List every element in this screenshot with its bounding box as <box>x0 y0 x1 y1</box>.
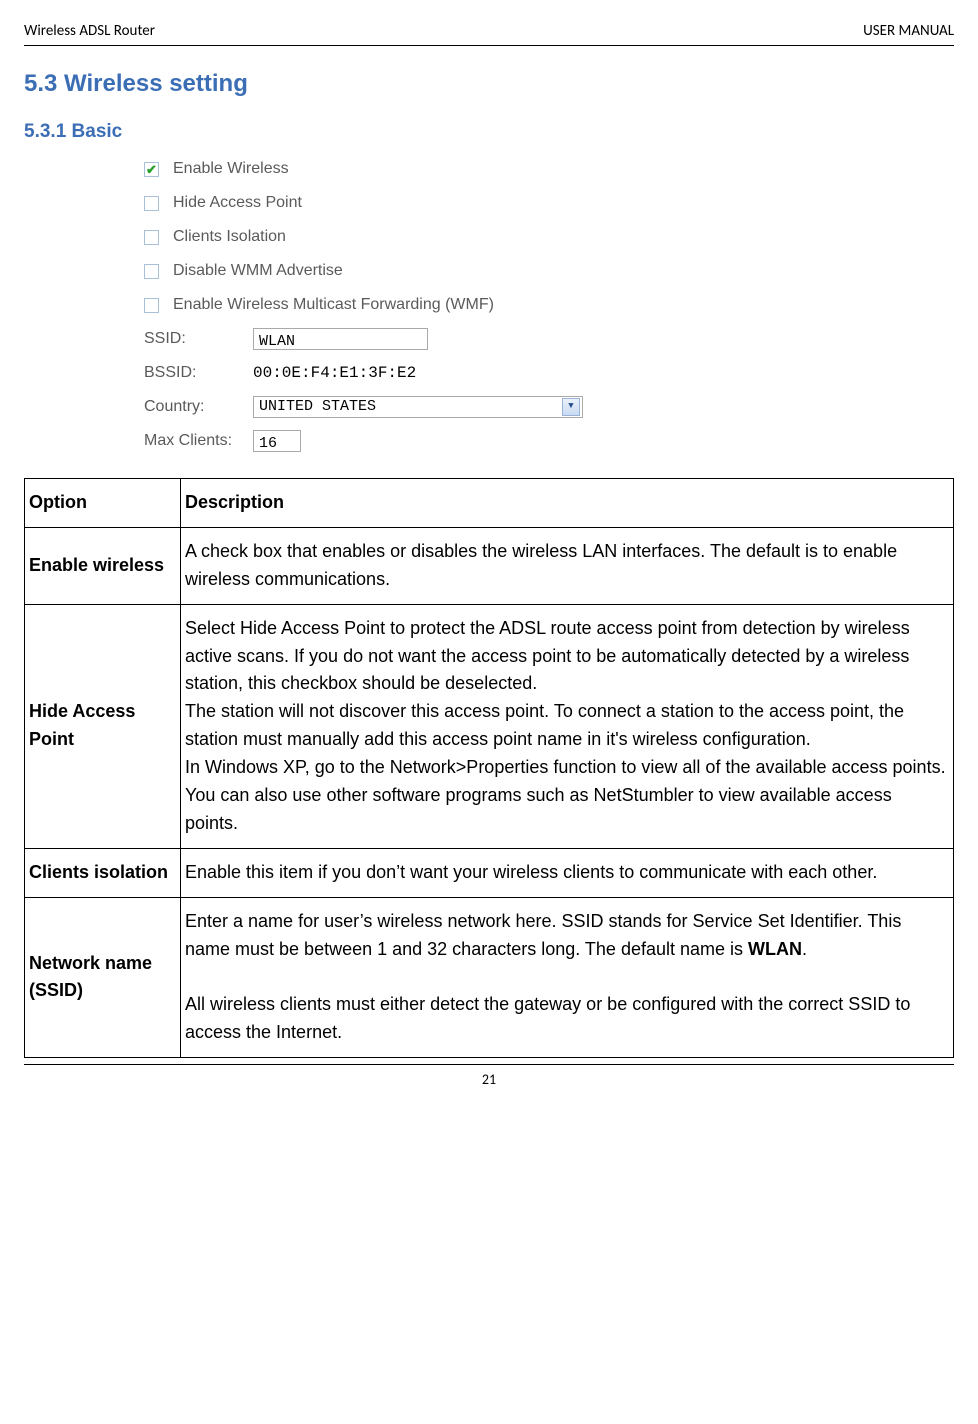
header-right: USER MANUAL <box>863 20 954 43</box>
checkbox-enable-wireless[interactable] <box>144 162 159 177</box>
cell-description: A check box that enables or disables the… <box>181 527 954 604</box>
maxclients-input[interactable]: 16 <box>253 430 301 452</box>
checkbox-label: Hide Access Point <box>173 191 302 215</box>
header-rule <box>24 45 954 46</box>
cell-description: Enter a name for user’s wireless network… <box>181 897 954 1057</box>
checkbox-row-enable-wmf: Enable Wireless Multicast Forwarding (WM… <box>144 288 954 322</box>
subsection-title: 5.3.1 Basic <box>24 118 954 147</box>
chevron-down-icon: ▼ <box>562 398 580 416</box>
options-table: Option Description Enable wireless A che… <box>24 478 954 1058</box>
table-row: Clients isolation Enable this item if yo… <box>25 848 954 897</box>
field-row-maxclients: Max Clients: 16 <box>144 424 954 458</box>
section-title: 5.3 Wireless setting <box>24 66 954 102</box>
ssid-label: SSID: <box>144 327 249 351</box>
checkbox-label: Disable WMM Advertise <box>173 259 343 283</box>
checkbox-enable-wmf[interactable] <box>144 298 159 313</box>
th-description: Description <box>181 479 954 528</box>
cell-option: Hide Access Point <box>25 604 181 848</box>
checkbox-row-disable-wmm: Disable WMM Advertise <box>144 254 954 288</box>
footer-rule <box>24 1064 954 1065</box>
page-header: Wireless ADSL Router USER MANUAL <box>24 20 954 43</box>
checkbox-label: Enable Wireless Multicast Forwarding (WM… <box>173 293 494 317</box>
bssid-label: BSSID: <box>144 361 249 385</box>
cell-description: Select Hide Access Point to protect the … <box>181 604 954 848</box>
field-row-ssid: SSID: WLAN <box>144 322 954 356</box>
cell-option: Enable wireless <box>25 527 181 604</box>
checkbox-hide-access-point[interactable] <box>144 196 159 211</box>
field-row-bssid: BSSID: 00:0E:F4:E1:3F:E2 <box>144 356 954 390</box>
ssid-input[interactable]: WLAN <box>253 328 428 350</box>
checkbox-clients-isolation[interactable] <box>144 230 159 245</box>
header-left: Wireless ADSL Router <box>24 20 155 43</box>
field-row-country: Country: UNITED STATES ▼ <box>144 390 954 424</box>
checkbox-row-enable-wireless: Enable Wireless <box>144 152 954 186</box>
table-row: Network name (SSID) Enter a name for use… <box>25 897 954 1057</box>
table-row: Hide Access Point Select Hide Access Poi… <box>25 604 954 848</box>
table-row: Enable wireless A check box that enables… <box>25 527 954 604</box>
checkbox-label: Enable Wireless <box>173 157 289 181</box>
checkbox-label: Clients Isolation <box>173 225 286 249</box>
maxclients-label: Max Clients: <box>144 429 249 453</box>
cell-description: Enable this item if you don’t want your … <box>181 848 954 897</box>
country-label: Country: <box>144 395 249 419</box>
checkbox-row-hide-ap: Hide Access Point <box>144 186 954 220</box>
checkbox-row-clients-isolation: Clients Isolation <box>144 220 954 254</box>
th-option: Option <box>25 479 181 528</box>
country-select[interactable]: UNITED STATES ▼ <box>253 396 583 418</box>
cell-option: Clients isolation <box>25 848 181 897</box>
bssid-value: 00:0E:F4:E1:3F:E2 <box>253 361 416 385</box>
table-header-row: Option Description <box>25 479 954 528</box>
wireless-basic-form: Enable Wireless Hide Access Point Client… <box>144 152 954 458</box>
cell-option: Network name (SSID) <box>25 897 181 1057</box>
page-number: 21 <box>24 1069 954 1090</box>
country-select-value: UNITED STATES <box>259 396 376 419</box>
checkbox-disable-wmm[interactable] <box>144 264 159 279</box>
